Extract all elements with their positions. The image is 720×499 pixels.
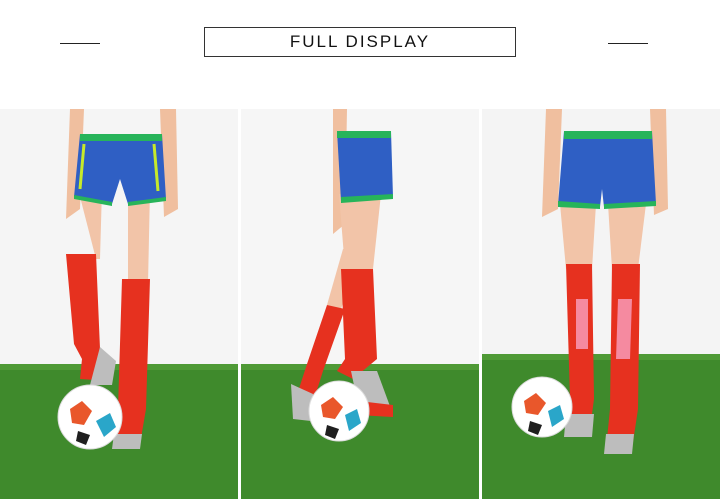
photo-gallery <box>0 109 720 499</box>
photo-front-view <box>0 109 238 499</box>
side-view-illustration <box>241 109 479 499</box>
photo-back-view <box>482 109 720 499</box>
section-header: FULL DISPLAY <box>0 0 720 100</box>
soccer-ball-icon <box>57 384 123 450</box>
photo-side-view <box>241 109 479 499</box>
soccer-ball-icon <box>511 376 573 438</box>
header-rule-left <box>60 43 100 44</box>
title-box: FULL DISPLAY <box>204 27 516 57</box>
header-rule-right <box>608 43 648 44</box>
soccer-ball-icon <box>308 380 370 442</box>
back-view-illustration <box>482 109 720 499</box>
page-title: FULL DISPLAY <box>289 32 431 51</box>
front-view-illustration <box>0 109 238 499</box>
